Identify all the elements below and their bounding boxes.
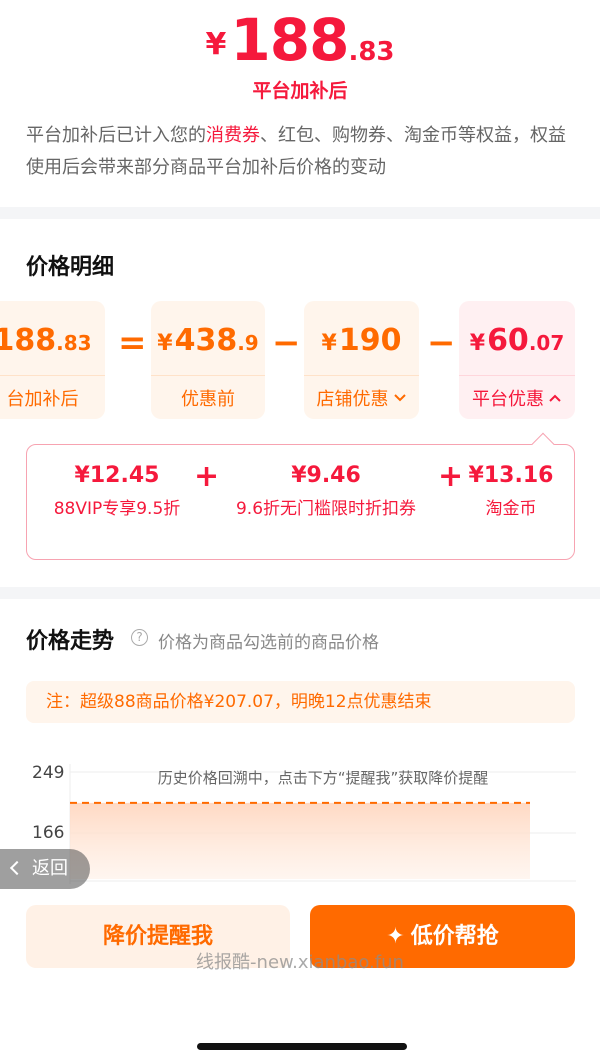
final-price: ¥188.83 (0, 6, 600, 74)
notice-highlight: 消费券 (206, 125, 260, 146)
currency-symbol: ¥ (157, 331, 173, 356)
back-button-label: 返回 (32, 858, 68, 879)
result-value-integer: 188 (0, 323, 57, 358)
shop-discount-value: ¥190 (304, 323, 419, 363)
currency-symbol: ¥ (321, 331, 337, 356)
breakdown-name: 88VIP专享9.5折 (53, 499, 181, 519)
chevron-down-icon (393, 394, 406, 402)
breakdown-value: ¥12.45 (74, 463, 160, 488)
result-box: 188.83 台加补后 (0, 301, 105, 419)
breakdown-item: ¥13.16 淘金币 (455, 463, 567, 519)
final-price-label: 平台加补后 (252, 80, 348, 102)
shop-discount-label-text: 店铺优惠 (316, 389, 389, 410)
plus-sign: + (194, 459, 220, 494)
price-equation: 188.83 台加补后 = ¥438.9 优惠前 − ¥190 店铺优惠 − ¥… (0, 301, 600, 419)
notice-text-start: 平台加补后已计入您的 (26, 125, 206, 146)
promo-note: 注：超级88商品价格¥207.07，明晚12点优惠结束 (26, 681, 575, 723)
box-divider (0, 375, 105, 376)
price-detail-title: 价格明细 (26, 255, 115, 280)
final-price-integer: 188 (230, 6, 349, 74)
breakdown-value: ¥9.46 (291, 463, 361, 488)
box-divider (151, 375, 265, 376)
platform-value-integer: 60 (487, 323, 529, 358)
chevron-left-icon (9, 860, 25, 876)
question-icon[interactable]: ? (131, 629, 148, 646)
price-summary: ¥188.83 平台加补后 平台加补后已计入您的消费券、红包、购物券、淘金币等权… (0, 0, 600, 207)
shop-discount-label[interactable]: 店铺优惠 (304, 385, 419, 411)
breakdown-item: ¥9.46 9.6折无门槛限时折扣券 (217, 463, 435, 519)
section-divider (0, 587, 600, 599)
low-price-grab-label: 低价帮抢 (410, 924, 499, 949)
platform-discount-breakdown: ¥12.45 88VIP专享9.5折 + ¥9.46 9.6折无门槛限时折扣券 … (26, 432, 575, 560)
final-price-decimal: .83 (348, 37, 395, 67)
before-discount-box: ¥438.9 优惠前 (151, 301, 265, 419)
platform-discount-value: ¥60.07 (459, 323, 575, 363)
price-trend-chart: 249 166 历史价格回溯中，点击下方“提醒我”获取降价提醒 (0, 749, 600, 889)
shop-value-integer: 190 (338, 323, 402, 358)
breakdown-name: 9.6折无门槛限时折扣券 (235, 499, 417, 519)
breakdown-value: ¥13.16 (468, 463, 554, 488)
breakdown-item: ¥12.45 88VIP专享9.5折 (37, 463, 197, 519)
panel-caret (531, 432, 555, 456)
platform-discount-label[interactable]: 平台优惠 (459, 385, 575, 411)
back-button[interactable]: 返回 (0, 849, 90, 889)
final-price-currency: ¥ (205, 27, 227, 62)
watermark: 线报酷-new.xianbao.fun (196, 952, 404, 973)
before-discount-label: 优惠前 (181, 389, 235, 410)
price-detail-section: 价格明细 188.83 台加补后 = ¥438.9 优惠前 − ¥190 店铺优… (0, 219, 600, 587)
minus-sign: − (272, 323, 301, 363)
price-trend-subtitle: 价格为商品勾选前的商品价格 (158, 633, 379, 653)
price-area (70, 802, 530, 879)
chevron-up-icon (549, 394, 561, 402)
price-trend-section: 价格走势 ? 价格为商品勾选前的商品价格 注：超级88商品价格¥207.07，明… (0, 599, 600, 1062)
result-value-decimal: .83 (56, 331, 92, 355)
shop-discount-box[interactable]: ¥190 店铺优惠 (304, 301, 419, 419)
before-discount-value: ¥438.9 (151, 323, 265, 363)
currency-symbol: ¥ (469, 331, 486, 356)
price-trend-title: 价格走势 (26, 629, 115, 654)
chart-message: 历史价格回溯中，点击下方“提醒我”获取降价提醒 (157, 769, 489, 787)
breakdown-name: 淘金币 (485, 499, 537, 519)
platform-value-decimal: .07 (528, 331, 565, 355)
home-indicator[interactable] (197, 1043, 407, 1050)
box-divider (304, 375, 419, 376)
equals-sign: = (118, 323, 147, 363)
result-value: 188.83 (0, 323, 105, 363)
platform-discount-label-text: 平台优惠 (472, 389, 544, 410)
section-divider (0, 207, 600, 219)
minus-sign: − (427, 323, 456, 363)
result-label: 台加补后 (6, 389, 79, 410)
before-value-decimal: .9 (237, 331, 259, 355)
platform-discount-box[interactable]: ¥60.07 平台优惠 (459, 301, 575, 419)
sparkle-icon: ✦ (386, 924, 405, 949)
benefit-notice: 平台加补后已计入您的消费券、红包、购物券、淘金币等权益，权益使用后会带来部分商品… (26, 120, 582, 184)
before-value-integer: 438 (174, 323, 238, 358)
box-divider (459, 375, 575, 376)
